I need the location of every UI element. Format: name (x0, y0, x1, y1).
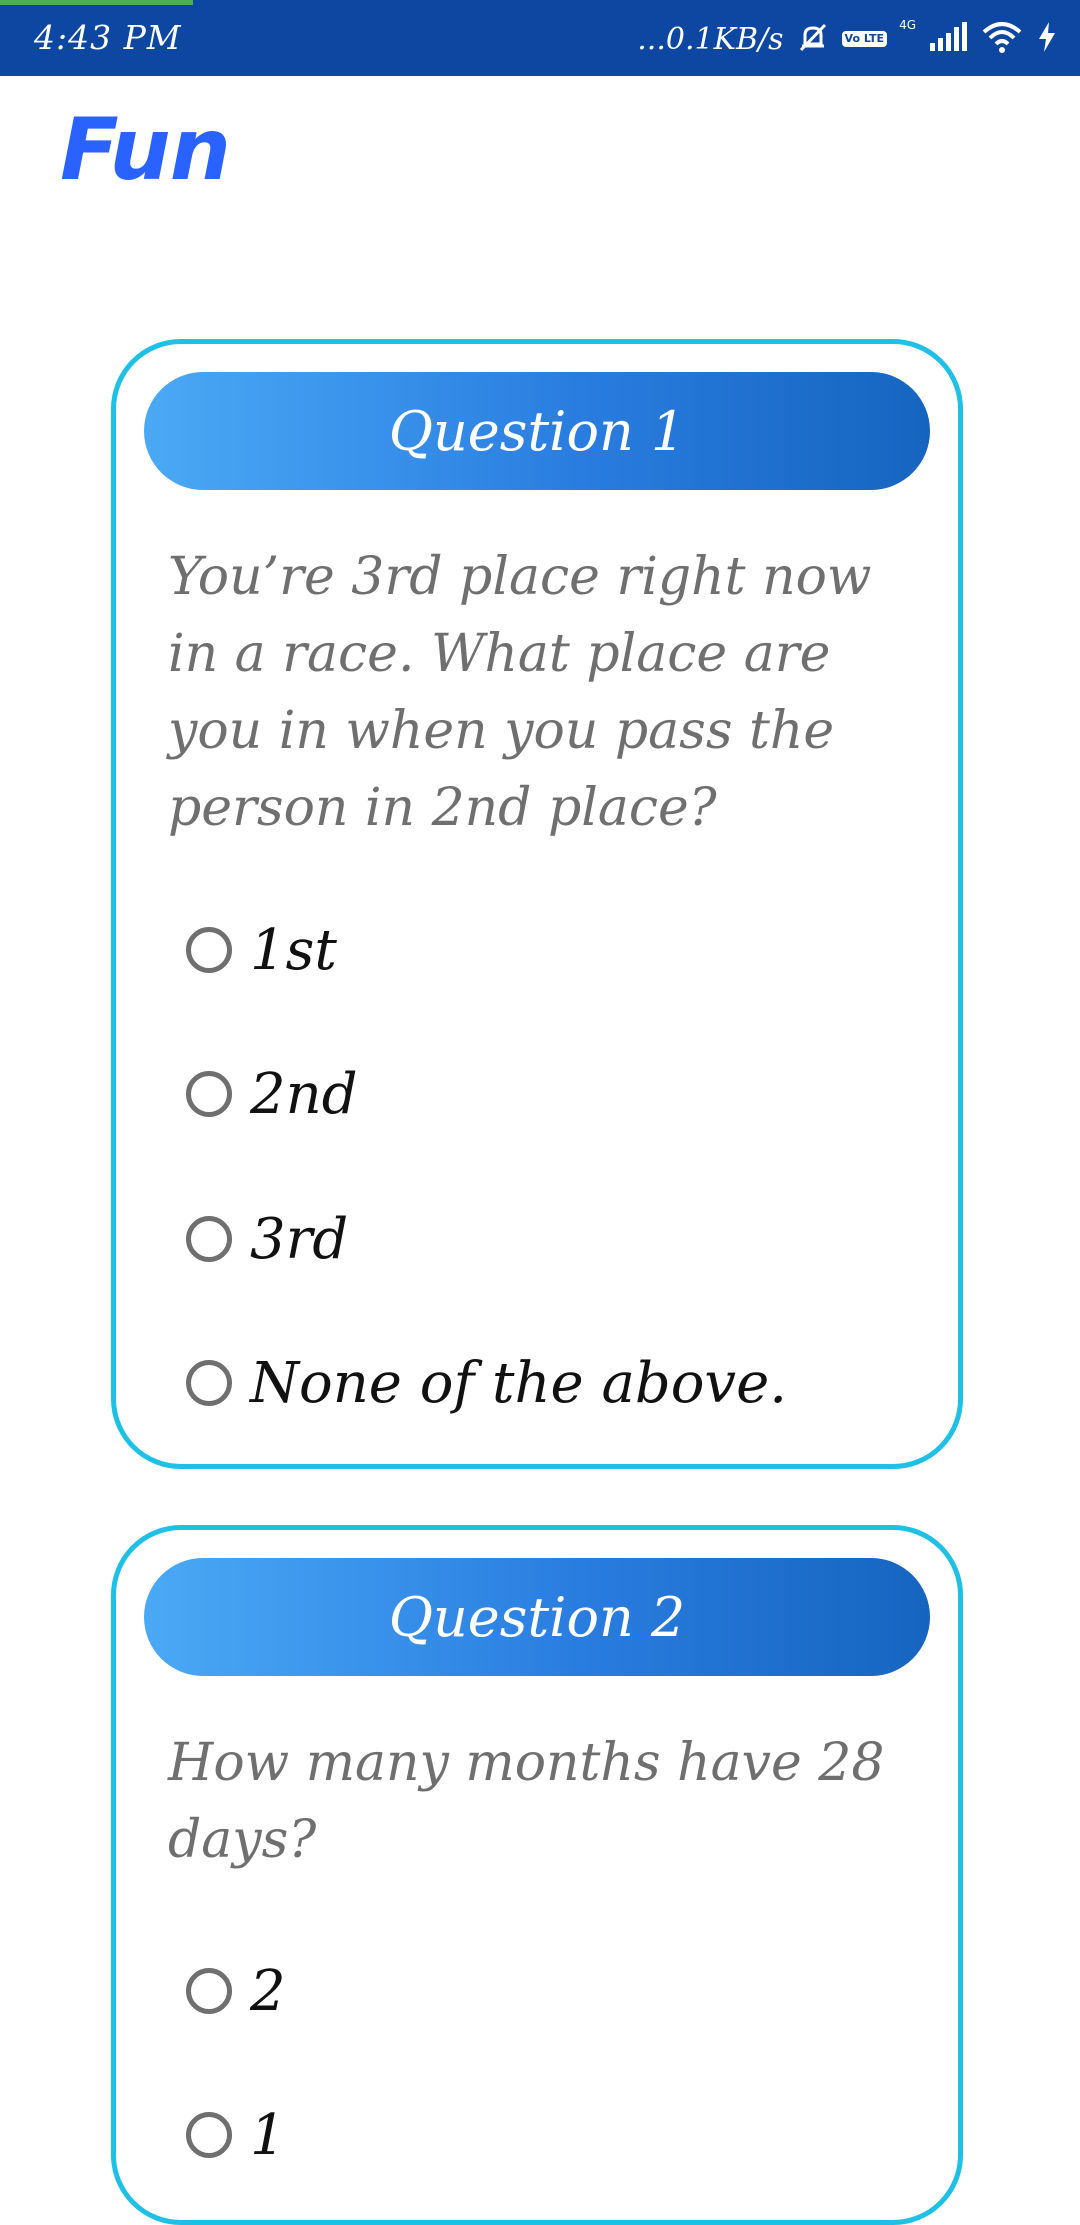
question-text: You’re 3rd place right now in a race. Wh… (168, 547, 872, 838)
loading-progress-bar (0, 0, 193, 5)
network-speed: ...0.1KB/s (637, 21, 784, 57)
status-icons: ...0.1KB/s Vo LTE 4G (637, 14, 1058, 64)
answer-option[interactable]: 2nd (186, 1054, 358, 1134)
answer-option-label: 3rd (250, 1206, 349, 1272)
radio-button[interactable] (186, 1360, 232, 1406)
answer-option[interactable]: 1 (186, 2095, 286, 2175)
answer-option-label: 1st (250, 917, 337, 983)
answer-option-label: 1 (250, 2102, 286, 2168)
question-card: Question 2 How many months have 28 days?… (111, 1525, 963, 2225)
question-header: Question 2 (144, 1558, 930, 1676)
answer-option[interactable]: 3rd (186, 1199, 348, 1279)
volte-icon: Vo LTE (841, 31, 888, 47)
signal-icon (928, 21, 968, 57)
question-header: Question 1 (144, 372, 930, 490)
network-type-label: 4G (899, 18, 916, 32)
mute-icon (796, 20, 830, 58)
radio-button[interactable] (186, 927, 232, 973)
status-bar: 4:43 PM ...0.1KB/s Vo LTE 4G (0, 0, 1080, 76)
answer-option[interactable]: None of the above. (186, 1343, 787, 1423)
answer-option[interactable]: 1st (186, 910, 337, 990)
wifi-icon (980, 20, 1024, 58)
radio-button[interactable] (186, 2112, 232, 2158)
app-title: Fun (60, 100, 231, 200)
answer-option-label: 2nd (250, 1061, 358, 1127)
radio-button[interactable] (186, 1071, 232, 1117)
charging-icon (1036, 20, 1058, 58)
answer-option-label: None of the above. (250, 1350, 788, 1416)
radio-button[interactable] (186, 1968, 232, 2014)
radio-button[interactable] (186, 1216, 232, 1262)
question-card: Question 1 You’re 3rd place right now in… (111, 339, 963, 1469)
question-text: How many months have 28 days? (168, 1733, 885, 1870)
answer-option-label: 2 (250, 1958, 286, 2024)
answer-option[interactable]: 2 (186, 1951, 286, 2031)
status-time: 4:43 PM (34, 18, 182, 57)
